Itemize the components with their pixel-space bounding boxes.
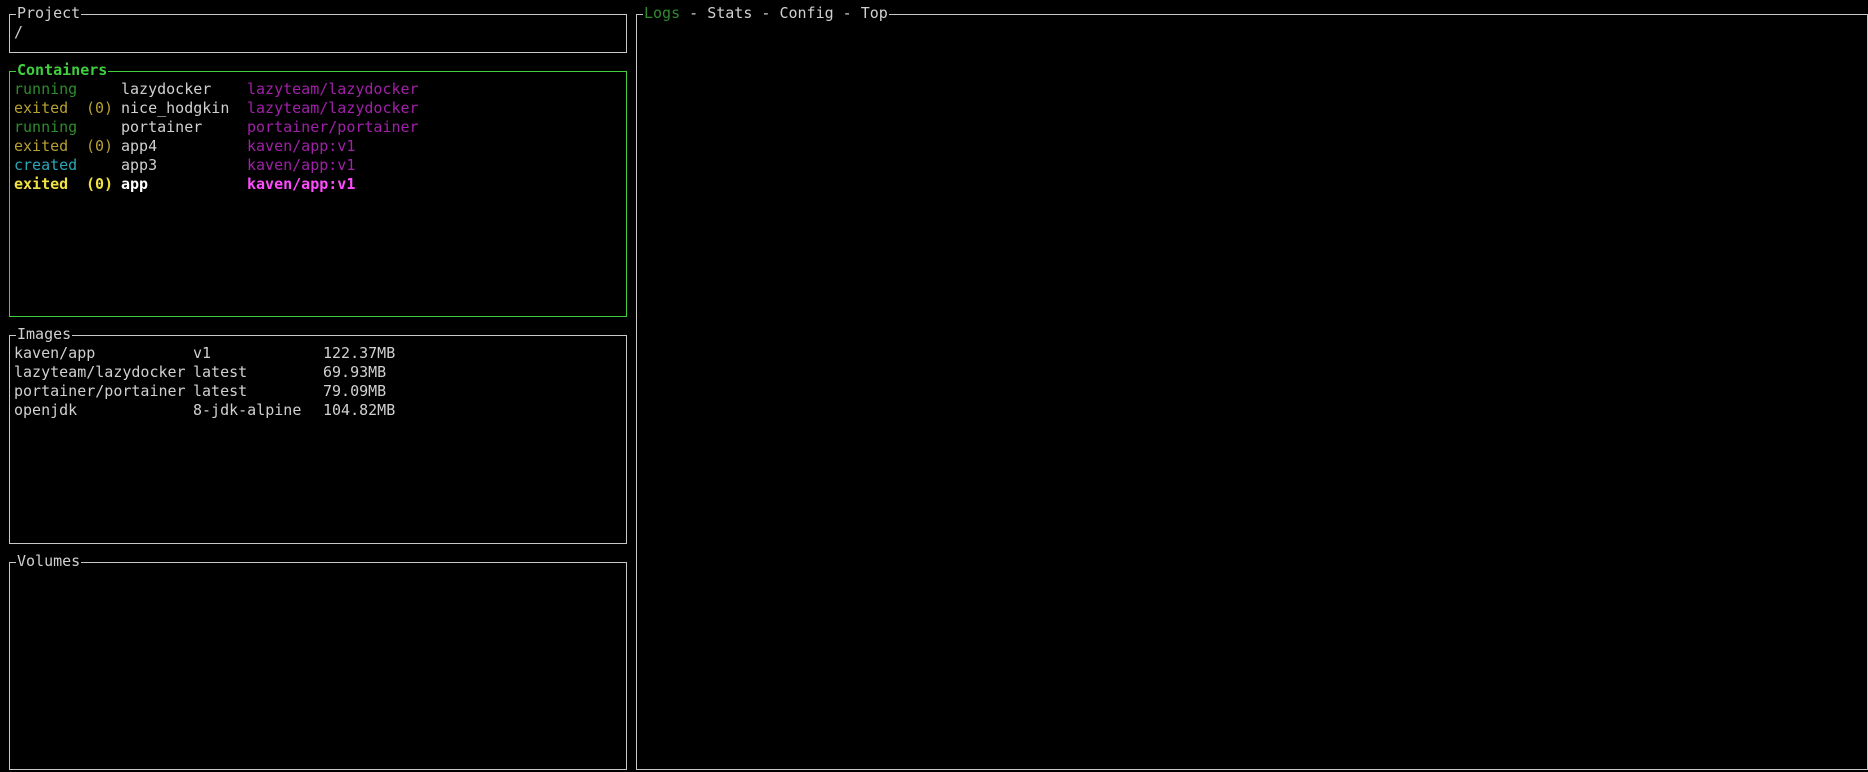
container-row[interactable]: running portainer portainer/portainer: [14, 118, 622, 137]
container-status: exited: [14, 137, 69, 155]
container-image: lazyteam/lazydocker: [247, 99, 419, 117]
main-panel[interactable]: Logs - Stats - Config - Top: [636, 4, 1868, 770]
volumes-panel[interactable]: Volumes: [9, 552, 627, 770]
tab-separator: -: [680, 4, 708, 22]
container-row[interactable]: exited (0) app4 kaven/app:v1: [14, 137, 622, 156]
images-list: kaven/app v1 122.37MB lazyteam/lazydocker la…: [14, 344, 622, 420]
container-name: app3: [121, 156, 158, 174]
image-row[interactable]: openjdk 8-jdk-alpine 104.82MB: [14, 401, 622, 420]
containers-panel-title: Containers: [16, 61, 109, 80]
container-exit-code: (0): [86, 175, 114, 193]
container-image: kaven/app:v1: [247, 156, 356, 174]
containers-list: running lazydocker lazyteam/lazydocker exit…: [14, 80, 622, 194]
image-tag: latest: [193, 382, 248, 400]
project-path: /: [14, 23, 24, 41]
container-exit-code: (0): [86, 99, 114, 117]
image-row[interactable]: lazyteam/lazydocker latest 69.93MB: [14, 363, 622, 382]
container-image: kaven/app:v1: [247, 175, 356, 193]
container-row[interactable]: running lazydocker lazyteam/lazydocker: [14, 80, 622, 99]
image-name: openjdk: [14, 401, 78, 419]
image-name: portainer/portainer: [14, 382, 186, 400]
image-row[interactable]: portainer/portainer latest 79.09MB: [14, 382, 622, 401]
tab-stats[interactable]: Stats: [707, 4, 752, 22]
container-image: portainer/portainer: [247, 118, 419, 136]
image-name: lazyteam/lazydocker: [14, 363, 186, 381]
container-image: kaven/app:v1: [247, 137, 356, 155]
project-panel-title: Project: [16, 4, 82, 23]
container-status: created: [14, 156, 78, 174]
container-status: exited: [14, 175, 69, 193]
container-name: app: [121, 175, 149, 193]
container-row[interactable]: exited (0) nice_hodgkin lazyteam/lazydocker: [14, 99, 622, 118]
tab-config[interactable]: Config: [779, 4, 833, 22]
tab-separator: -: [833, 4, 861, 22]
image-size: 69.93MB: [323, 363, 387, 381]
container-image: lazyteam/lazydocker: [247, 80, 419, 98]
container-name: lazydocker: [121, 80, 212, 98]
container-name: nice_hodgkin: [121, 99, 230, 117]
image-size: 122.37MB: [323, 344, 396, 362]
images-panel-title: Images: [16, 325, 73, 344]
container-row[interactable]: created app3 kaven/app:v1: [14, 156, 622, 175]
container-name: portainer: [121, 118, 203, 136]
image-size: 104.82MB: [323, 401, 396, 419]
image-size: 79.09MB: [323, 382, 387, 400]
containers-panel[interactable]: Containers running lazydocker lazyteam/laz…: [9, 61, 627, 317]
image-row[interactable]: kaven/app v1 122.37MB: [14, 344, 622, 363]
tab-separator: -: [752, 4, 780, 22]
image-tag: latest: [193, 363, 248, 381]
images-panel[interactable]: Images kaven/app v1 122.37MB lazyteam/lazyd…: [9, 325, 627, 544]
container-name: app4: [121, 137, 158, 155]
container-row[interactable]: exited (0) app kaven/app:v1: [14, 175, 622, 194]
container-status: running: [14, 118, 78, 136]
container-exit-code: (0): [86, 137, 114, 155]
tab-top[interactable]: Top: [861, 4, 888, 22]
container-status: running: [14, 80, 78, 98]
container-status: exited: [14, 99, 69, 117]
image-tag: 8-jdk-alpine: [193, 401, 302, 419]
image-tag: v1: [193, 344, 212, 362]
project-panel[interactable]: Project /: [9, 4, 627, 53]
tab-logs[interactable]: Logs: [644, 4, 680, 22]
main-tabs: Logs - Stats - Config - Top: [643, 4, 889, 23]
image-name: kaven/app: [14, 344, 96, 362]
volumes-panel-title: Volumes: [16, 552, 82, 571]
